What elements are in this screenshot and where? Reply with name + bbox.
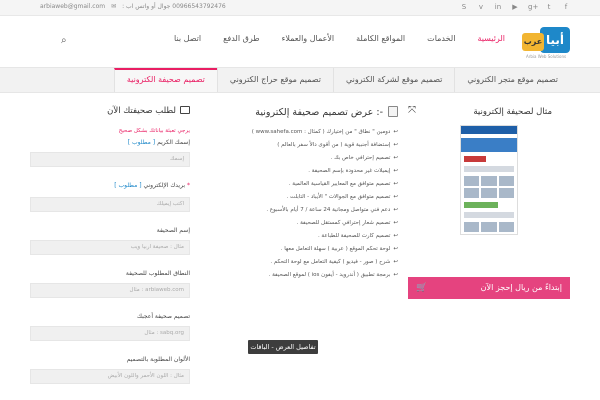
logo-mark-secondary: عرب bbox=[522, 33, 544, 51]
list-item: ↩دومين " نطاق " من إختيارك ( كمثال : www… bbox=[251, 129, 398, 135]
site-logo[interactable]: أبيا عرب Arbia Web Solutions bbox=[522, 27, 570, 59]
book-now-label: إبتداءً من ريال إحجز الآن bbox=[480, 283, 562, 292]
list-item: ↩إيميلات غير محدودة بإسم الصحيفة . bbox=[308, 168, 398, 174]
document-icon bbox=[388, 106, 398, 117]
email-label: * بريدك الإلكتروني [ مطلوب ] bbox=[114, 182, 190, 189]
reply-arrow-icon: ↩ bbox=[393, 246, 398, 252]
nav-item-works[interactable]: الأعمال والعملاء bbox=[282, 34, 335, 43]
reply-arrow-icon: ↩ bbox=[393, 220, 398, 226]
tab-store[interactable]: تصميم موقع متجر الكتروني bbox=[454, 68, 570, 92]
list-item: ↩تصميم شعار إحترافي كمستقل للصحيفة . bbox=[296, 220, 398, 226]
reply-arrow-icon: ↩ bbox=[393, 181, 398, 187]
service-tabs: تصميم موقع متجر الكتروني تصميم موقع لشرك… bbox=[0, 67, 600, 93]
newspaper-name-label: إسم الصحيفة bbox=[156, 227, 190, 234]
newspaper-name-field[interactable]: مثال : صحيفة اربيا ويب bbox=[30, 240, 190, 255]
name-label: إسمك الكريم [ مطلوب ] bbox=[127, 139, 190, 146]
liked-design-label: تصميم صحيفة أعجبك bbox=[137, 313, 190, 320]
tab-newspaper[interactable]: تصميم صحيفة الكترونية bbox=[113, 68, 217, 92]
list-item: ↩دعم فني متواصل ومجانية 24 ساعة / 7 أيام… bbox=[266, 207, 398, 213]
email-field[interactable]: اكتب إيميلك bbox=[30, 197, 190, 212]
name-field[interactable]: إسمك bbox=[30, 152, 190, 167]
list-item: ↩لوحة تحكم الموقع ( عربية ) سهلة التعامل… bbox=[280, 246, 398, 252]
colors-field[interactable]: مثال : اللون الأحمر واللون الأبيض bbox=[30, 369, 190, 384]
form-note: يرجي تعبئة بياناتك بشكل صحيح bbox=[118, 128, 190, 134]
reply-arrow-icon: ↩ bbox=[393, 272, 398, 278]
list-item: ↩برمجة تطبيق ( أندرويد - أيفون ios ) لمو… bbox=[268, 272, 398, 278]
nav-item-services[interactable]: الخدمات bbox=[427, 34, 455, 43]
book-now-button[interactable]: 🛒 إبتداءً من ريال إحجز الآن bbox=[408, 277, 570, 299]
expand-icon[interactable]: ⤧ bbox=[408, 105, 416, 116]
reply-arrow-icon: ↩ bbox=[393, 155, 398, 161]
liked-design-field[interactable]: مثال : sabq.org bbox=[30, 326, 190, 341]
phone-text: 00966543792476 جوال أو واتس اب : bbox=[122, 3, 226, 10]
list-item: ↩إستضافة أجنبية قوية ( من أقوى دالأ سفر … bbox=[277, 142, 398, 148]
list-item: ↩تصميم كارت للصحيفة للطباعة . bbox=[317, 233, 398, 239]
nav-item-contact[interactable]: اتصل بنا bbox=[174, 34, 201, 43]
linkedin-icon[interactable]: in bbox=[494, 3, 502, 12]
reply-arrow-icon: ↩ bbox=[393, 129, 398, 135]
reply-arrow-icon: ↩ bbox=[393, 233, 398, 239]
logo-subtitle: Arbia Web Solutions bbox=[526, 54, 567, 59]
list-item: ↩شرح ( صور - فيديو ) كيفية التعامل مع لو… bbox=[270, 259, 398, 265]
site-header: أبيا عرب Arbia Web Solutions الرئيسية ال… bbox=[0, 17, 600, 67]
reply-arrow-icon: ↩ bbox=[393, 142, 398, 148]
colors-label: الألوان المطلوبة بالتصميم bbox=[126, 356, 190, 363]
offer-panel: عرض تصميم صحيفة إلكترونية :- ↩دومين " نط… bbox=[212, 100, 398, 400]
nav-item-full-sites[interactable]: المواقع الكاملة bbox=[356, 34, 405, 43]
search-icon[interactable]: ⌕ bbox=[61, 35, 67, 46]
feature-list: ↩دومين " نطاق " من إختيارك ( كمثال : www… bbox=[212, 126, 398, 282]
cart-icon: 🛒 bbox=[416, 283, 428, 293]
nav-item-payment[interactable]: طرق الدفع bbox=[223, 34, 259, 43]
twitter-icon[interactable]: t bbox=[545, 3, 553, 12]
example-title: مثال لصحيفة إلكترونية bbox=[473, 107, 552, 117]
reply-arrow-icon: ↩ bbox=[393, 168, 398, 174]
offer-details-button[interactable]: تفاصيل العرض - الباقات bbox=[248, 340, 318, 354]
contact-info: arbiaweb@gmail.com ✉ 00966543792476 جوال… bbox=[40, 3, 226, 10]
reply-arrow-icon: ↩ bbox=[393, 207, 398, 213]
newspaper-screenshot[interactable] bbox=[460, 125, 518, 235]
youtube-icon[interactable]: ▶ bbox=[511, 3, 519, 12]
email-text[interactable]: arbiaweb@gmail.com bbox=[40, 3, 105, 10]
camera-icon bbox=[180, 106, 190, 114]
social-links: S v in ▶ g+ t f bbox=[460, 3, 570, 12]
list-item: ↩تصميم متوافق مع الجوالات " الأيباد - ال… bbox=[286, 194, 398, 200]
domain-label: النطاق المطلوب للصحيفة bbox=[125, 270, 190, 277]
tab-company[interactable]: تصميم موقع لشركة الكتروني bbox=[332, 68, 454, 92]
skype-icon[interactable]: S bbox=[460, 3, 468, 12]
email-icon: ✉ bbox=[111, 3, 117, 10]
reply-arrow-icon: ↩ bbox=[393, 194, 398, 200]
example-panel: مثال لصحيفة إلكترونية ⤧ 🛒 إبتداءً من ريا… bbox=[408, 100, 570, 400]
facebook-icon[interactable]: f bbox=[562, 3, 570, 12]
list-item: ↩تصميم إحترافي خاص بك . bbox=[330, 155, 398, 161]
tab-auction[interactable]: تصميم موقع حراج الكتروني bbox=[216, 68, 333, 92]
domain-field[interactable]: مثال : arbiaweb.com bbox=[30, 283, 190, 298]
vimeo-icon[interactable]: v bbox=[477, 3, 485, 12]
list-item: ↩تصميم متوافق مع المعايير القياسية العال… bbox=[288, 181, 398, 187]
order-form: لطلب صحيفتك الآن يرجي تعبئة بياناتك بشكل… bbox=[30, 100, 190, 400]
offer-title: عرض تصميم صحيفة إلكترونية :- bbox=[255, 106, 398, 118]
nav-item-home[interactable]: الرئيسية bbox=[477, 34, 505, 43]
top-bar: arbiaweb@gmail.com ✉ 00966543792476 جوال… bbox=[0, 0, 600, 16]
google-plus-icon[interactable]: g+ bbox=[528, 3, 538, 12]
form-title: لطلب صحيفتك الآن bbox=[107, 106, 190, 116]
reply-arrow-icon: ↩ bbox=[393, 259, 398, 265]
logo-mark: أبيا bbox=[540, 27, 570, 53]
main-nav: الرئيسية الخدمات المواقع الكاملة الأعمال… bbox=[60, 34, 505, 43]
